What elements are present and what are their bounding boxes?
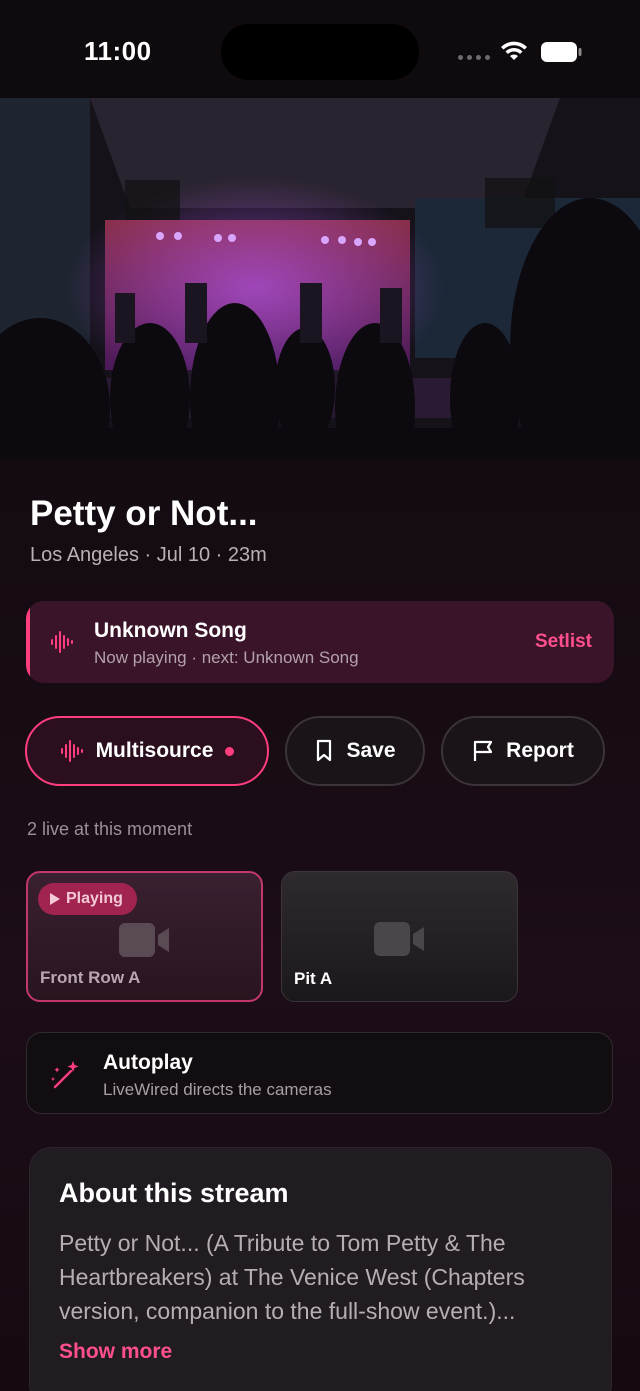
about-section: About this stream Petty or Not... (A Tri… [29,1147,612,1391]
battery-icon [541,42,582,62]
status-bar: 11:00 [0,0,640,98]
autoplay-subtitle: LiveWired directs the cameras [103,1080,332,1099]
wifi-icon [501,41,527,60]
autoplay-toggle[interactable]: Autoplay LiveWired directs the cameras [26,1032,613,1114]
multisource-button[interactable]: Multisource [25,716,269,786]
now-playing-song: Unknown Song [94,619,247,642]
now-playing-subtitle: Now playing · next: Unknown Song [94,648,359,667]
autoplay-title: Autoplay [103,1051,193,1074]
playing-badge: Playing [38,883,137,915]
video-camera-icon [373,922,424,956]
flag-icon [474,740,493,761]
video-player[interactable] [0,98,640,459]
show-more-link[interactable]: Show more [59,1340,172,1364]
audio-wave-icon [51,631,73,653]
setlist-button[interactable]: Setlist [535,631,592,653]
magic-wand-icon [51,1061,79,1089]
concert-video-frame [0,98,640,459]
dynamic-island [221,24,419,80]
play-icon [50,893,60,905]
camera-label: Pit A [294,969,333,988]
playing-badge-label: Playing [66,890,123,907]
report-label: Report [506,739,574,762]
cellular-icon [458,55,490,60]
camera-card-pit-a[interactable]: Pit A [281,871,518,1002]
video-camera-icon [118,923,169,957]
report-button[interactable]: Report [441,716,605,786]
about-title: About this stream [59,1178,289,1208]
stream-title: Petty or Not... [30,494,258,533]
bookmark-icon [317,739,332,762]
multisource-label: Multisource [95,739,214,762]
now-playing-card[interactable]: Unknown Song Now playing · next: Unknown… [26,601,614,683]
save-button[interactable]: Save [285,716,425,786]
about-body: Petty or Not... (A Tribute to Tom Petty … [59,1230,525,1324]
live-count: 2 live at this moment [27,819,193,839]
live-indicator-dot [225,746,235,756]
status-time: 11:00 [84,36,152,66]
save-label: Save [346,739,396,762]
audio-wave-icon [60,740,83,762]
camera-card-front-row-a[interactable]: Playing Front Row A [26,871,263,1002]
camera-label: Front Row A [40,968,141,987]
stream-meta: Los Angeles · Jul 10 · 23m [30,544,267,566]
now-playing-accent [26,601,30,683]
